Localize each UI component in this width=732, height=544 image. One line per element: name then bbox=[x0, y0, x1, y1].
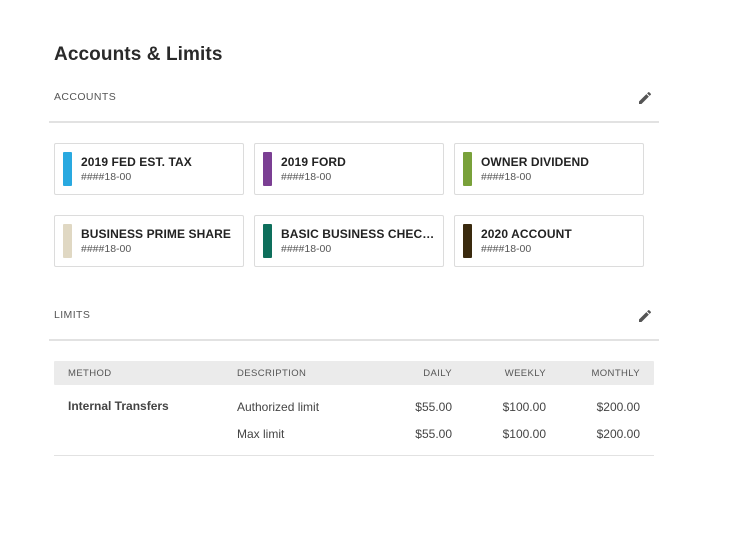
limits-table-bottom-rule bbox=[54, 455, 654, 456]
account-name: OWNER DIVIDEND bbox=[481, 155, 590, 169]
limits-divider bbox=[49, 339, 659, 341]
limit-description: Max limit bbox=[237, 427, 285, 441]
account-number: ####18-00 bbox=[481, 243, 532, 255]
account-name: BASIC BUSINESS CHECKI... bbox=[281, 227, 439, 241]
account-card[interactable]: 2019 FED EST. TAX ####18-00 bbox=[54, 143, 244, 195]
limit-method: Internal Transfers bbox=[68, 399, 169, 413]
limits-section-header: LIMITS bbox=[54, 305, 658, 327]
table-row: Max limit $55.00 $100.00 $200.00 bbox=[54, 412, 654, 441]
edit-limits-button[interactable] bbox=[634, 305, 656, 327]
account-color-swatch bbox=[263, 224, 272, 258]
accounts-section-label: ACCOUNTS bbox=[54, 91, 117, 103]
account-card[interactable]: 2019 FORD ####18-00 bbox=[254, 143, 444, 195]
account-color-swatch bbox=[463, 224, 472, 258]
account-name: 2019 FORD bbox=[281, 155, 346, 169]
account-name: 2020 ACCOUNT bbox=[481, 227, 572, 241]
page-title: Accounts & Limits bbox=[54, 44, 223, 65]
limit-daily: $55.00 bbox=[415, 427, 452, 441]
account-color-swatch bbox=[63, 152, 72, 186]
account-number: ####18-00 bbox=[281, 171, 332, 183]
pencil-icon bbox=[639, 91, 652, 104]
account-number: ####18-00 bbox=[281, 243, 332, 255]
table-row: Internal Transfers Authorized limit $55.… bbox=[54, 385, 654, 414]
limits-table: METHOD DESCRIPTION DAILY WEEKLY MONTHLY … bbox=[54, 361, 654, 441]
accounts-divider bbox=[49, 121, 659, 123]
limits-section-label: LIMITS bbox=[54, 309, 91, 321]
limit-monthly: $200.00 bbox=[596, 427, 640, 441]
account-card[interactable]: BASIC BUSINESS CHECKI... ####18-00 bbox=[254, 215, 444, 267]
account-card[interactable]: OWNER DIVIDEND ####18-00 bbox=[454, 143, 644, 195]
account-name: BUSINESS PRIME SHARE bbox=[81, 227, 232, 241]
account-number: ####18-00 bbox=[481, 171, 532, 183]
column-header-daily: DAILY bbox=[423, 368, 452, 379]
limit-weekly: $100.00 bbox=[502, 427, 546, 441]
column-header-description: DESCRIPTION bbox=[237, 368, 307, 379]
account-number: ####18-00 bbox=[81, 171, 132, 183]
account-color-swatch bbox=[63, 224, 72, 258]
account-color-swatch bbox=[463, 152, 472, 186]
edit-accounts-button[interactable] bbox=[634, 87, 656, 109]
account-number: ####18-00 bbox=[81, 243, 132, 255]
limits-table-header: METHOD DESCRIPTION DAILY WEEKLY MONTHLY bbox=[54, 361, 654, 385]
column-header-method: METHOD bbox=[68, 368, 112, 379]
account-card[interactable]: BUSINESS PRIME SHARE ####18-00 bbox=[54, 215, 244, 267]
column-header-monthly: MONTHLY bbox=[591, 368, 640, 379]
column-header-weekly: WEEKLY bbox=[504, 368, 546, 379]
account-color-swatch bbox=[263, 152, 272, 186]
account-card[interactable]: 2020 ACCOUNT ####18-00 bbox=[454, 215, 644, 267]
accounts-section-header: ACCOUNTS bbox=[54, 87, 658, 109]
account-name: 2019 FED EST. TAX bbox=[81, 155, 192, 169]
pencil-icon bbox=[639, 309, 652, 322]
